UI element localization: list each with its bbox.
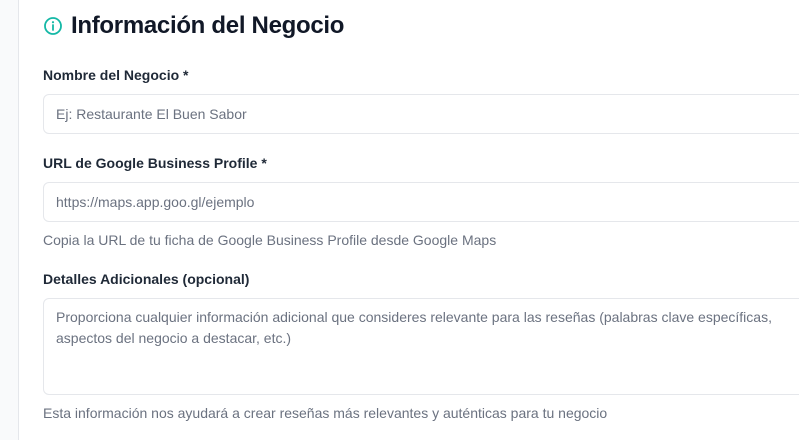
details-help-text: Esta información nos ayudará a crear res… <box>43 405 608 421</box>
google-url-input[interactable] <box>43 182 799 222</box>
section-header: Información del Negocio <box>43 12 344 40</box>
business-info-card: Información del Negocio Nombre del Negoc… <box>18 0 799 440</box>
info-icon <box>43 16 63 36</box>
details-label: Detalles Adicionales (opcional) <box>43 271 250 287</box>
business-name-label: Nombre del Negocio * <box>43 67 189 83</box>
google-url-help-text: Copia la URL de tu ficha de Google Busin… <box>43 232 497 248</box>
google-url-label: URL de Google Business Profile * <box>43 155 267 171</box>
business-name-input[interactable] <box>43 94 799 134</box>
section-title: Información del Negocio <box>71 12 345 39</box>
details-textarea[interactable] <box>43 298 799 395</box>
